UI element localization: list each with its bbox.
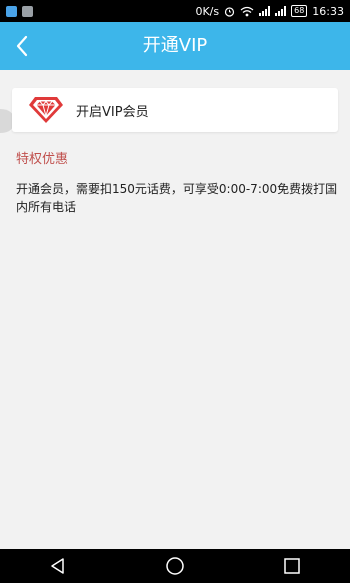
clock: 16:33 — [312, 4, 344, 18]
circle-home-icon — [166, 557, 184, 575]
notification-icon — [6, 5, 17, 17]
status-left — [6, 5, 33, 17]
privilege-description: 开通会员，需要扣150元话费，可享受0:00-7:00免费拨打国内所有电话 — [16, 182, 338, 214]
vip-label: 开启VIP会员 — [76, 104, 149, 120]
triangle-back-icon — [51, 558, 65, 574]
page-title: 开通VIP — [142, 35, 208, 56]
title-bar: 开通VIP — [0, 22, 350, 70]
nav-home-button[interactable] — [155, 549, 195, 583]
status-bar: 0K/s 68 16:33 — [0, 0, 350, 22]
notification-icon — [22, 5, 33, 17]
signal-icon — [259, 6, 271, 16]
alarm-icon — [225, 6, 235, 17]
signal-icon — [275, 6, 287, 16]
navigation-bar — [0, 549, 350, 583]
nav-recents-button[interactable] — [272, 549, 312, 583]
square-recents-icon — [283, 558, 300, 574]
privilege-title: 特权优惠 — [16, 152, 69, 167]
open-vip-item[interactable]: 开启VIP会员 — [12, 88, 338, 132]
nav-back-button[interactable] — [38, 549, 78, 583]
status-right: 0K/s 68 16:33 — [195, 5, 344, 18]
network-speed: 0K/s — [195, 4, 220, 18]
diamond-icon — [28, 92, 64, 128]
battery-icon: 68 — [291, 5, 308, 17]
wifi-icon — [240, 6, 254, 16]
